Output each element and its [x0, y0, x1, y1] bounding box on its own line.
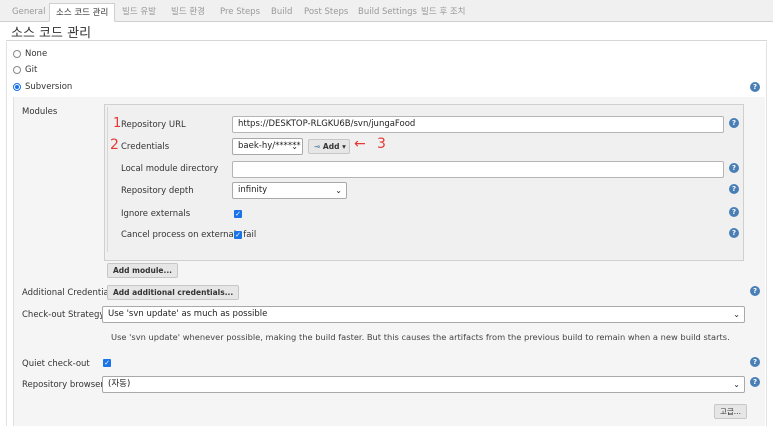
radio-git[interactable] [13, 66, 21, 74]
repository-url-label: Repository URL [121, 120, 186, 130]
help-icon[interactable]: ? [729, 118, 739, 128]
chevron-down-icon: ⌄ [291, 142, 298, 151]
checkout-strategy-description: Use 'svn update' whenever possible, maki… [111, 332, 730, 342]
key-icon: ⊸ [314, 142, 321, 151]
scm-option-git[interactable]: Git [13, 64, 37, 76]
config-tab-bar: General 소스 코드 관리 빌드 유발 빌드 환경 Pre Steps B… [0, 0, 773, 22]
chevron-down-icon: ⌄ [733, 310, 740, 319]
scm-option-label: Subversion [25, 82, 73, 92]
modules-label: Modules [22, 107, 58, 117]
add-module-button[interactable]: Add module... [107, 263, 179, 278]
repository-browser-label: Repository browser [22, 380, 104, 390]
tab-build[interactable]: Build [265, 3, 298, 22]
tab-source-code-management[interactable]: 소스 코드 관리 [49, 3, 116, 22]
annotation-two: 2 [110, 137, 119, 153]
scm-option-label: None [25, 49, 48, 59]
add-button-label: Add [322, 142, 340, 151]
annotation-arrow-icon: ← [354, 136, 366, 152]
repository-browser-select[interactable]: (자동) ⌄ [102, 376, 745, 393]
help-icon[interactable]: ? [750, 82, 760, 92]
repository-depth-select[interactable]: infinity ⌄ [232, 182, 347, 199]
tab-post-build-actions[interactable]: 빌드 후 조치 [415, 3, 472, 22]
help-icon[interactable]: ? [750, 377, 760, 387]
credentials-select[interactable]: baek-hy/****** ⌄ [232, 138, 303, 155]
quiet-checkout-checkbox[interactable]: ✓ [103, 359, 111, 367]
quiet-checkout-label: Quiet check-out [22, 359, 90, 369]
repository-depth-value: infinity [238, 185, 268, 195]
radio-subversion[interactable] [13, 83, 21, 91]
cancel-externals-checkbox[interactable]: ✓ [234, 231, 242, 239]
help-icon[interactable]: ? [729, 184, 739, 194]
ignore-externals-label: Ignore externals [121, 209, 191, 219]
additional-credentials-label: Additional Credentials [22, 288, 116, 298]
tab-post-steps[interactable]: Post Steps [298, 3, 354, 22]
local-module-directory-label: Local module directory [121, 164, 219, 174]
checkout-strategy-label: Check-out Strategy [22, 310, 105, 320]
help-icon[interactable]: ? [729, 207, 739, 217]
tab-build-settings[interactable]: Build Settings [352, 3, 423, 22]
scm-option-subversion[interactable]: Subversion [13, 81, 72, 93]
add-credentials-button[interactable]: ⊸ Add ▾ [308, 139, 350, 154]
add-additional-credentials-button[interactable]: Add additional credentials... [107, 285, 240, 300]
chevron-down-icon: ⌄ [335, 186, 342, 195]
help-icon[interactable]: ? [729, 228, 739, 238]
credentials-label: Credentials [121, 142, 170, 152]
checkout-strategy-select[interactable]: Use 'svn update' as much as possible ⌄ [102, 306, 745, 323]
tab-build-triggers[interactable]: 빌드 유발 [116, 3, 162, 22]
checkout-strategy-value: Use 'svn update' as much as possible [108, 309, 268, 319]
ignore-externals-checkbox[interactable]: ✓ [234, 210, 242, 218]
annotation-three: 3 [377, 136, 386, 152]
local-module-directory-input[interactable] [232, 161, 724, 178]
scm-option-none[interactable]: None [13, 48, 47, 60]
section-divider [6, 40, 767, 41]
repository-depth-label: Repository depth [121, 186, 194, 196]
repository-url-input[interactable]: https://DESKTOP-RLGKU6B/svn/jungaFood [232, 116, 724, 133]
repository-browser-value: (자동) [108, 379, 131, 389]
radio-none[interactable] [13, 50, 21, 58]
help-icon[interactable]: ? [729, 163, 739, 173]
chevron-down-icon: ⌄ [733, 380, 740, 389]
scm-option-label: Git [25, 65, 38, 75]
tab-general[interactable]: General [6, 3, 52, 22]
caret-down-icon: ▾ [342, 142, 346, 151]
page-title: 소스 코드 관리 [11, 26, 92, 41]
tab-build-environment[interactable]: 빌드 환경 [165, 3, 211, 22]
tab-pre-steps[interactable]: Pre Steps [214, 3, 266, 22]
help-icon[interactable]: ? [750, 286, 760, 296]
advanced-button[interactable]: 고급... [714, 404, 747, 419]
help-icon[interactable]: ? [750, 357, 760, 367]
